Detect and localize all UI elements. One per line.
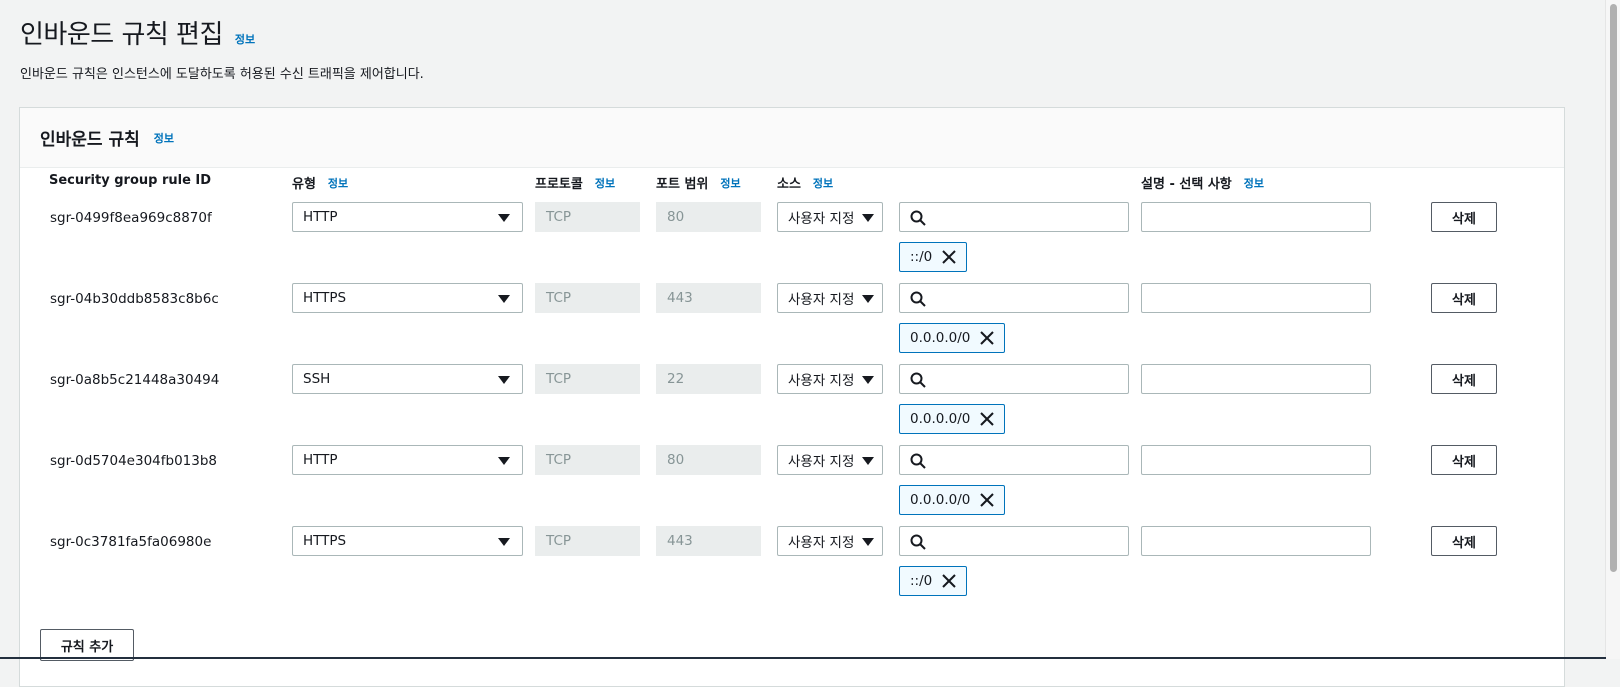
column-header-description: 설명 - 선택 사항 정보 [1141, 175, 1264, 193]
cidr-token-label: ::/0 [910, 573, 933, 589]
cidr-token: 0.0.0.0/0 [899, 485, 1006, 515]
caret-down-icon [862, 376, 874, 384]
cidr-token-label: ::/0 [910, 249, 933, 265]
cidr-token-label: 0.0.0.0/0 [910, 492, 971, 508]
source-select[interactable]: 사용자 지정 [777, 283, 883, 313]
description-info-link[interactable]: 정보 [1244, 175, 1264, 191]
cidr-token-label: 0.0.0.0/0 [910, 411, 971, 427]
delete-button[interactable]: 삭제 [1431, 445, 1497, 475]
protocol-field: TCP [535, 526, 640, 556]
protocol-info-link[interactable]: 정보 [595, 175, 615, 191]
cidr-search-input[interactable] [899, 283, 1129, 313]
description-input[interactable] [1141, 202, 1371, 232]
panel-header: 인바운드 규칙 정보 [20, 108, 1564, 168]
delete-button[interactable]: 삭제 [1431, 364, 1497, 394]
rule-row: sgr-0499f8ea969c8870f HTTP TCP 80 사용자 지정… [20, 202, 1564, 291]
protocol-field: TCP [535, 364, 640, 394]
rule-id: sgr-0499f8ea969c8870f [50, 210, 212, 226]
panel-title: 인바운드 규칙 [40, 130, 140, 150]
page-description: 인바운드 규칙은 인스턴스에 도달하도록 허용된 수신 트래픽을 제어합니다. [20, 67, 424, 82]
rule-row: sgr-04b30ddb8583c8b6c HTTPS TCP 443 사용자 … [20, 283, 1564, 372]
description-input[interactable] [1141, 283, 1371, 313]
rule-row: sgr-0c3781fa5fa06980e HTTPS TCP 443 사용자 … [20, 526, 1564, 615]
caret-down-icon [498, 538, 510, 546]
column-header-rule-id: Security group rule ID [49, 173, 212, 188]
delete-button[interactable]: 삭제 [1431, 526, 1497, 556]
rule-id: sgr-0c3781fa5fa06980e [50, 534, 212, 550]
cidr-search-input[interactable] [899, 445, 1129, 475]
port-range-field: 443 [656, 526, 761, 556]
type-select[interactable]: HTTP [292, 445, 523, 475]
source-info-link[interactable]: 정보 [813, 175, 833, 191]
cidr-token-label: 0.0.0.0/0 [910, 330, 971, 346]
close-icon[interactable] [980, 412, 995, 426]
protocol-field: TCP [535, 202, 640, 232]
column-header-protocol: 프로토콜 정보 [535, 175, 616, 193]
port-range-field: 22 [656, 364, 761, 394]
caret-down-icon [498, 214, 510, 222]
vertical-scrollbar[interactable] [1605, 0, 1620, 659]
page-header: 인바운드 규칙 편집 정보 [20, 14, 255, 50]
close-icon[interactable] [942, 574, 956, 588]
search-icon [910, 291, 926, 307]
caret-down-icon [862, 214, 874, 222]
cidr-token: 0.0.0.0/0 [899, 323, 1006, 353]
search-icon [910, 372, 926, 388]
column-header-source: 소스 정보 [777, 175, 834, 193]
column-header-type: 유형 정보 [292, 175, 349, 193]
protocol-field: TCP [535, 283, 640, 313]
caret-down-icon [862, 295, 874, 303]
rule-id: sgr-0d5704e304fb013b8 [50, 453, 217, 469]
type-select[interactable]: HTTPS [292, 283, 523, 313]
port-range-field: 80 [656, 202, 761, 232]
port-range-field: 443 [656, 283, 761, 313]
panel-info-link[interactable]: 정보 [154, 130, 174, 146]
rule-row: sgr-0a8b5c21448a30494 SSH TCP 22 사용자 지정 … [20, 364, 1564, 453]
cidr-token: 0.0.0.0/0 [899, 404, 1006, 434]
rule-id: sgr-0a8b5c21448a30494 [50, 372, 220, 388]
type-select[interactable]: SSH [292, 364, 523, 394]
source-select[interactable]: 사용자 지정 [777, 445, 883, 475]
page-title: 인바운드 규칙 편집 [20, 20, 223, 50]
source-select[interactable]: 사용자 지정 [777, 526, 883, 556]
cidr-token: ::/0 [899, 566, 968, 596]
close-icon[interactable] [980, 331, 995, 345]
search-icon [910, 210, 926, 226]
source-select[interactable]: 사용자 지정 [777, 202, 883, 232]
cidr-search-input[interactable] [899, 202, 1129, 232]
description-input[interactable] [1141, 445, 1371, 475]
description-input[interactable] [1141, 526, 1371, 556]
search-icon [910, 534, 926, 550]
caret-down-icon [498, 376, 510, 384]
caret-down-icon [498, 295, 510, 303]
close-icon[interactable] [942, 250, 956, 264]
source-select[interactable]: 사용자 지정 [777, 364, 883, 394]
type-select[interactable]: HTTPS [292, 526, 523, 556]
type-info-link[interactable]: 정보 [328, 175, 348, 191]
inbound-rules-panel: 인바운드 규칙 정보 Security group rule ID 유형 정보 … [19, 107, 1565, 687]
close-icon[interactable] [980, 493, 995, 507]
rule-id: sgr-04b30ddb8583c8b6c [50, 291, 219, 307]
description-input[interactable] [1141, 364, 1371, 394]
scrollbar-thumb[interactable] [1610, 4, 1617, 572]
caret-down-icon [498, 457, 510, 465]
cidr-token: ::/0 [899, 242, 968, 272]
page-info-link[interactable]: 정보 [235, 31, 255, 47]
cidr-search-input[interactable] [899, 526, 1129, 556]
cidr-search-input[interactable] [899, 364, 1129, 394]
search-icon [910, 453, 926, 469]
type-select[interactable]: HTTP [292, 202, 523, 232]
delete-button[interactable]: 삭제 [1431, 202, 1497, 232]
protocol-field: TCP [535, 445, 640, 475]
port-range-field: 80 [656, 445, 761, 475]
caret-down-icon [862, 457, 874, 465]
port-range-info-link[interactable]: 정보 [720, 175, 740, 191]
caret-down-icon [862, 538, 874, 546]
column-header-port-range: 포트 범위 정보 [656, 175, 741, 193]
delete-button[interactable]: 삭제 [1431, 283, 1497, 313]
rule-row: sgr-0d5704e304fb013b8 HTTP TCP 80 사용자 지정… [20, 445, 1564, 534]
